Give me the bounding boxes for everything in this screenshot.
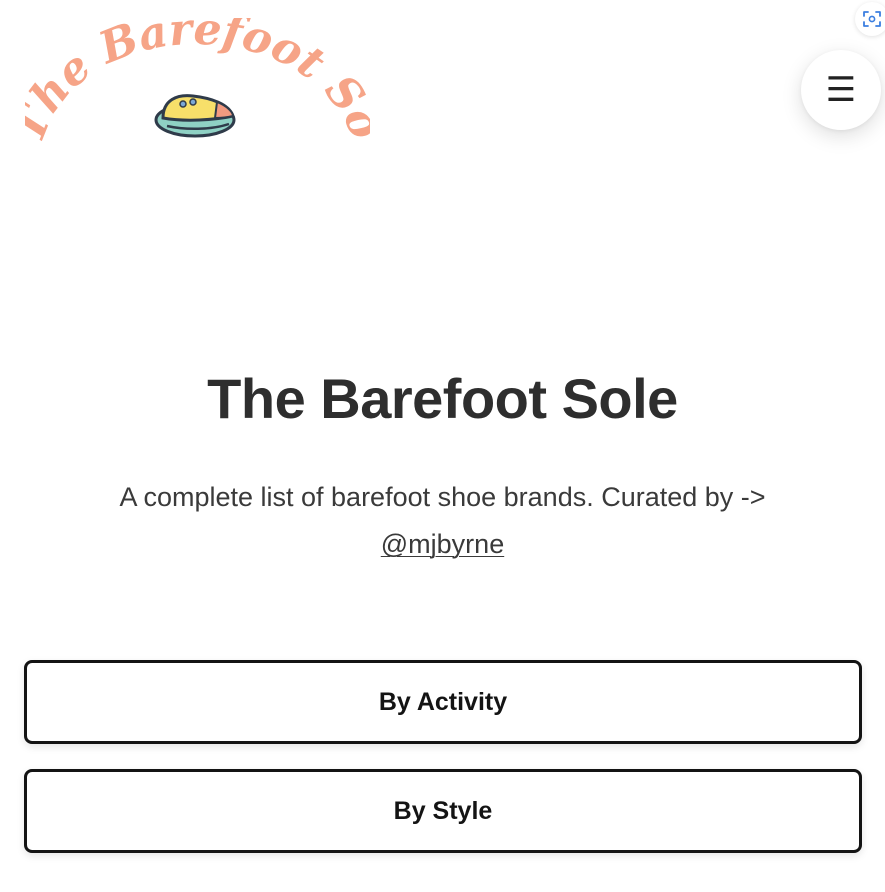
hamburger-menu-icon: ☰ <box>825 70 857 110</box>
site-logo[interactable]: The Barefoot Sole <box>25 18 370 158</box>
subtitle-text: A complete list of barefoot shoe brands.… <box>119 482 766 512</box>
scan-icon <box>863 11 881 27</box>
shoe-icon <box>154 94 236 138</box>
logo-image: The Barefoot Sole <box>25 18 370 150</box>
by-style-label: By Style <box>393 796 493 825</box>
scan-icon-button[interactable] <box>855 2 885 36</box>
by-activity-button[interactable]: By Activity <box>24 660 862 744</box>
by-style-button[interactable]: By Style <box>24 769 862 853</box>
by-activity-label: By Activity <box>378 687 508 716</box>
author-link[interactable]: @mjbyrne <box>381 529 504 559</box>
page-subtitle: A complete list of barefoot shoe brands.… <box>80 474 805 568</box>
menu-button[interactable]: ☰ <box>801 50 881 130</box>
page-title: The Barefoot Sole <box>207 367 678 430</box>
